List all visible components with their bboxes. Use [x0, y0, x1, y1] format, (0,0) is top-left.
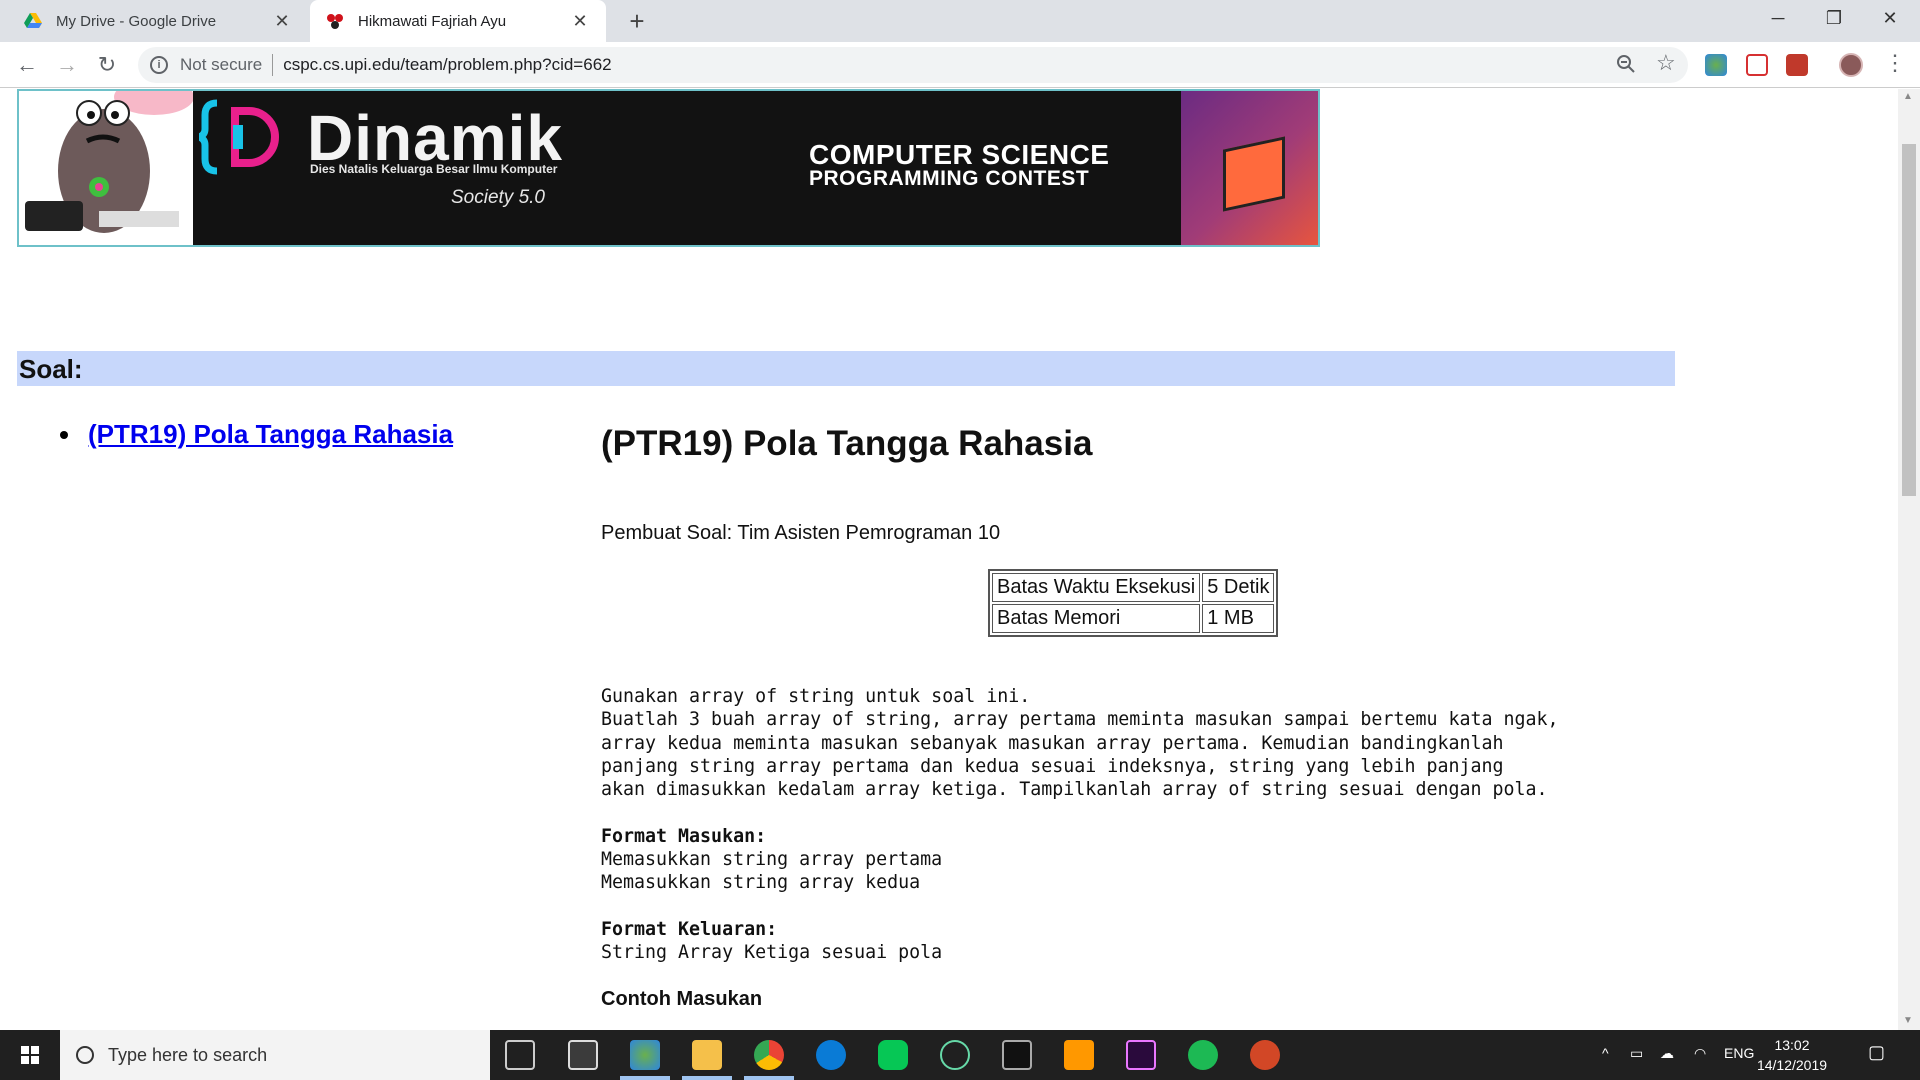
active-app-indicator: [744, 1076, 794, 1080]
forward-button[interactable]: →: [52, 50, 82, 80]
onedrive-icon[interactable]: ☁: [1660, 1045, 1674, 1062]
problem-title: (PTR19) Pola Tangga Rahasia: [601, 424, 1093, 463]
address-bar[interactable]: i Not secure cspc.cs.upi.edu/team/proble…: [138, 47, 1688, 83]
search-placeholder: Type here to search: [108, 1044, 268, 1065]
url-text[interactable]: cspc.cs.upi.edu/team/problem.php?cid=662: [283, 55, 611, 75]
close-tab-icon[interactable]: ✕: [570, 11, 590, 32]
close-tab-icon[interactable]: ✕: [272, 11, 292, 32]
wifi-icon[interactable]: ◠: [1694, 1045, 1706, 1062]
input-format-line: Memasukkan string array pertama: [601, 849, 943, 871]
minimize-button[interactable]: ─: [1750, 0, 1806, 36]
page-scrollbar[interactable]: ▲ ▼: [1898, 89, 1920, 1030]
bookmark-star-icon[interactable]: ☆: [1656, 50, 1676, 76]
reload-button[interactable]: ↻: [92, 50, 122, 80]
mascot-image: [25, 89, 194, 233]
maximize-button[interactable]: ❐: [1806, 0, 1862, 36]
notification-icon[interactable]: ▢: [1868, 1042, 1885, 1063]
windows-start-icon[interactable]: [0, 1030, 60, 1080]
browser-tab-strip: My Drive - Google Drive ✕ Hikmawati Fajr…: [0, 0, 1920, 42]
tab-hikmawati[interactable]: Hikmawati Fajriah Ayu ✕: [310, 0, 606, 42]
terminal-icon[interactable]: [1002, 1040, 1032, 1070]
description-line: Gunakan array of string untuk soal ini.: [601, 686, 1031, 707]
section-title: Soal:: [19, 354, 83, 384]
search-icon: [76, 1046, 94, 1064]
section-header: Soal:: [17, 351, 1675, 386]
mascot-illustration: [19, 89, 194, 245]
input-format-line: Memasukkan string array kedua: [601, 872, 921, 894]
brand-tagline: Dies Natalis Keluarga Besar Ilmu Kompute…: [310, 162, 558, 176]
profile-avatar[interactable]: [1839, 53, 1863, 77]
address-separator: [272, 54, 274, 76]
description-line: panjang string array pertama dan kedua s…: [601, 755, 1504, 777]
clock-time: 13:02: [1774, 1037, 1810, 1053]
contest-banner: Dinamik Dies Natalis Keluarga Besar Ilmu…: [17, 89, 1320, 247]
google-drive-icon: [24, 13, 42, 28]
limit-value: 1 MB: [1202, 604, 1275, 633]
site-favicon-icon: [327, 14, 343, 29]
table-row: Batas Waktu Eksekusi 5 Detik: [992, 573, 1275, 602]
scroll-thumb[interactable]: [1902, 144, 1916, 496]
atom-icon[interactable]: [940, 1040, 970, 1070]
tab-google-drive[interactable]: My Drive - Google Drive ✕: [8, 0, 308, 42]
browser-toolbar: ← → ↻ i Not secure cspc.cs.upi.edu/team/…: [0, 42, 1920, 88]
close-window-button[interactable]: ✕: [1862, 0, 1918, 36]
limit-label: Batas Memori: [992, 604, 1201, 633]
limit-value: 5 Detik: [1202, 573, 1275, 602]
windows-taskbar: Type here to search ^ ▭ ☁ ◠ ENG 13:02 14…: [0, 1030, 1920, 1080]
menu-kebab-icon[interactable]: ⋮: [1884, 50, 1906, 76]
clock-date: 14/12/2019: [1756, 1057, 1828, 1073]
language-indicator[interactable]: ENG: [1724, 1045, 1754, 1061]
page-content: Dinamik Dies Natalis Keluarga Besar Ilmu…: [0, 89, 1898, 1030]
problem-link[interactable]: (PTR19) Pola Tangga Rahasia: [88, 419, 453, 450]
task-view-icon[interactable]: [505, 1040, 535, 1070]
battery-icon[interactable]: ▭: [1630, 1045, 1643, 1062]
edge-icon[interactable]: [816, 1040, 846, 1070]
limit-label: Batas Waktu Eksekusi: [992, 573, 1201, 602]
back-button[interactable]: ←: [12, 50, 42, 80]
input-format-title: Format Masukan:: [601, 825, 767, 847]
zoom-icon[interactable]: [1616, 54, 1636, 74]
list-bullet: [60, 431, 68, 439]
output-format-line: String Array Ketiga sesuai pola: [601, 942, 943, 964]
scroll-up-icon[interactable]: ▲: [1903, 91, 1913, 102]
taskbar-search[interactable]: Type here to search: [60, 1030, 490, 1080]
new-tab-button[interactable]: +: [622, 6, 652, 36]
tab-title: My Drive - Google Drive: [56, 12, 217, 30]
active-app-indicator: [682, 1076, 732, 1080]
table-row: Batas Memori 1 MB: [992, 604, 1275, 633]
dinamik-logo-icon: [199, 99, 279, 175]
powerpoint-icon[interactable]: [1250, 1040, 1280, 1070]
tray-chevron-icon[interactable]: ^: [1602, 1045, 1609, 1061]
description-line: Buatlah 3 buah array of string, array pe…: [601, 709, 1559, 731]
premiere-icon[interactable]: [1126, 1040, 1156, 1070]
extension-globe-icon[interactable]: [1705, 54, 1727, 76]
spotify-icon[interactable]: [1188, 1040, 1218, 1070]
banner-background: Dinamik Dies Natalis Keluarga Besar Ilmu…: [193, 91, 1318, 245]
description-line: akan dimasukkan kedalam array ketiga. Ta…: [601, 779, 1548, 801]
store-icon[interactable]: [568, 1040, 598, 1070]
info-icon[interactable]: i: [150, 56, 168, 74]
file-explorer-icon[interactable]: [692, 1040, 722, 1070]
problem-author: Pembuat Soal: Tim Asisten Pemrograman 10: [601, 522, 1001, 544]
extension-pdf-icon[interactable]: [1786, 54, 1808, 76]
output-format-title: Format Keluaran:: [601, 918, 778, 940]
tab-title: Hikmawati Fajriah Ayu: [358, 12, 507, 30]
active-app-indicator: [620, 1076, 670, 1080]
chrome-icon[interactable]: [754, 1040, 784, 1070]
laptop-screen-image: [1223, 136, 1285, 212]
extension-pocket-icon[interactable]: [1746, 54, 1768, 76]
line-icon[interactable]: [878, 1040, 908, 1070]
browser-icon[interactable]: [630, 1040, 660, 1070]
example-input-title: Contoh Masukan: [601, 988, 763, 1010]
problem-description: Gunakan array of string untuk soal ini. B…: [601, 685, 1559, 965]
contest-title-line2: PROGRAMMING CONTEST: [809, 167, 1090, 190]
taskbar-clock[interactable]: 13:02 14/12/2019: [1752, 1035, 1832, 1075]
description-line: array kedua meminta masukan sebanyak mas…: [601, 732, 1504, 754]
society-text: Society 5.0: [451, 187, 545, 208]
scroll-down-icon[interactable]: ▼: [1903, 1015, 1913, 1026]
limits-table: Batas Waktu Eksekusi 5 Detik Batas Memor…: [988, 569, 1279, 637]
security-label: Not secure: [180, 55, 263, 74]
sublime-icon[interactable]: [1064, 1040, 1094, 1070]
